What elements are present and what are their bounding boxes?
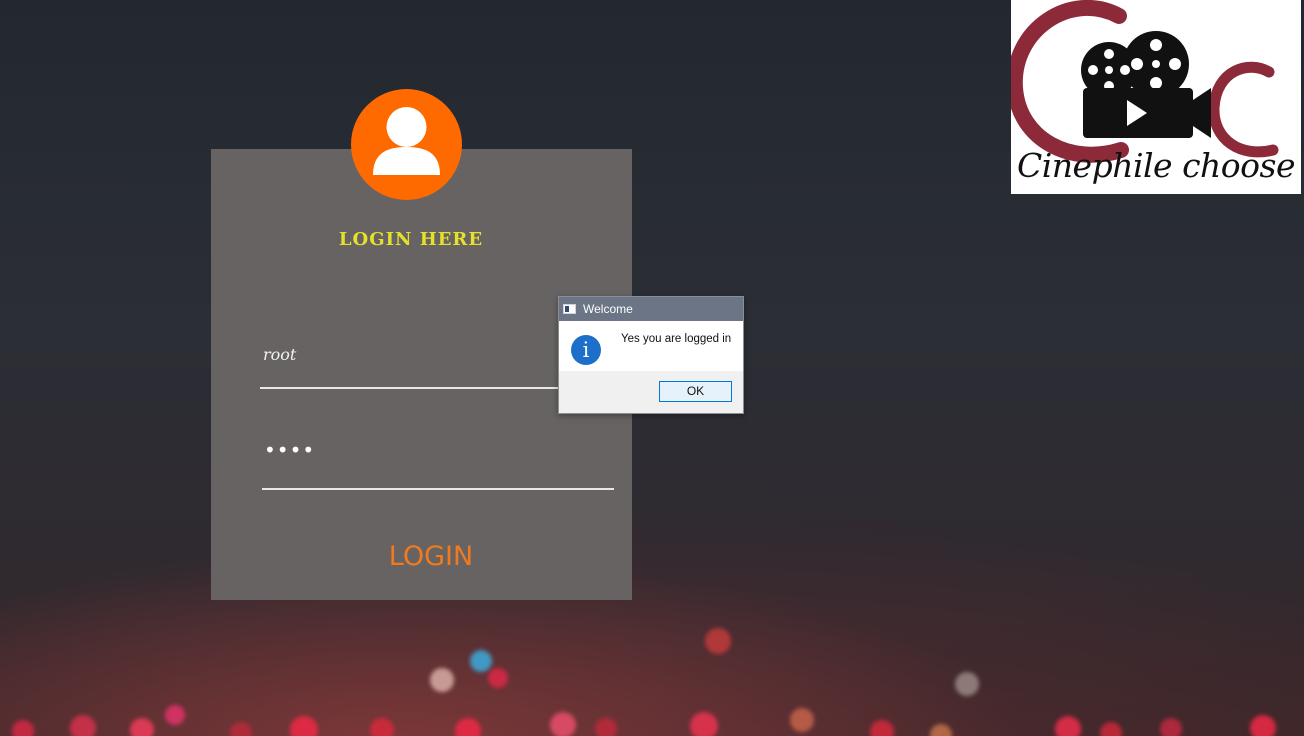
login-title: LOGIN HERE [338, 229, 484, 250]
window-icon [563, 304, 576, 314]
dialog-footer: OK [559, 371, 743, 413]
username-input[interactable] [263, 342, 559, 368]
app-window: Cinephile choose LOGIN HERE •••• LOGIN W… [0, 0, 1304, 736]
user-icon [373, 107, 440, 175]
welcome-dialog: Welcome i Yes you are logged in OK [558, 296, 744, 414]
login-button[interactable]: LOGIN [371, 539, 491, 575]
username-underline [260, 387, 559, 389]
dialog-title: Welcome [583, 302, 633, 316]
ok-button[interactable]: OK [659, 381, 732, 402]
dialog-titlebar[interactable]: Welcome [559, 297, 743, 321]
brand-logo: Cinephile choose [1011, 0, 1301, 194]
password-input[interactable]: •••• [264, 437, 604, 463]
password-underline [262, 488, 614, 490]
info-icon: i [571, 335, 601, 365]
avatar [351, 89, 462, 200]
dialog-message: Yes you are logged in [621, 333, 732, 345]
logo-text: Cinephile choose [1016, 146, 1296, 185]
